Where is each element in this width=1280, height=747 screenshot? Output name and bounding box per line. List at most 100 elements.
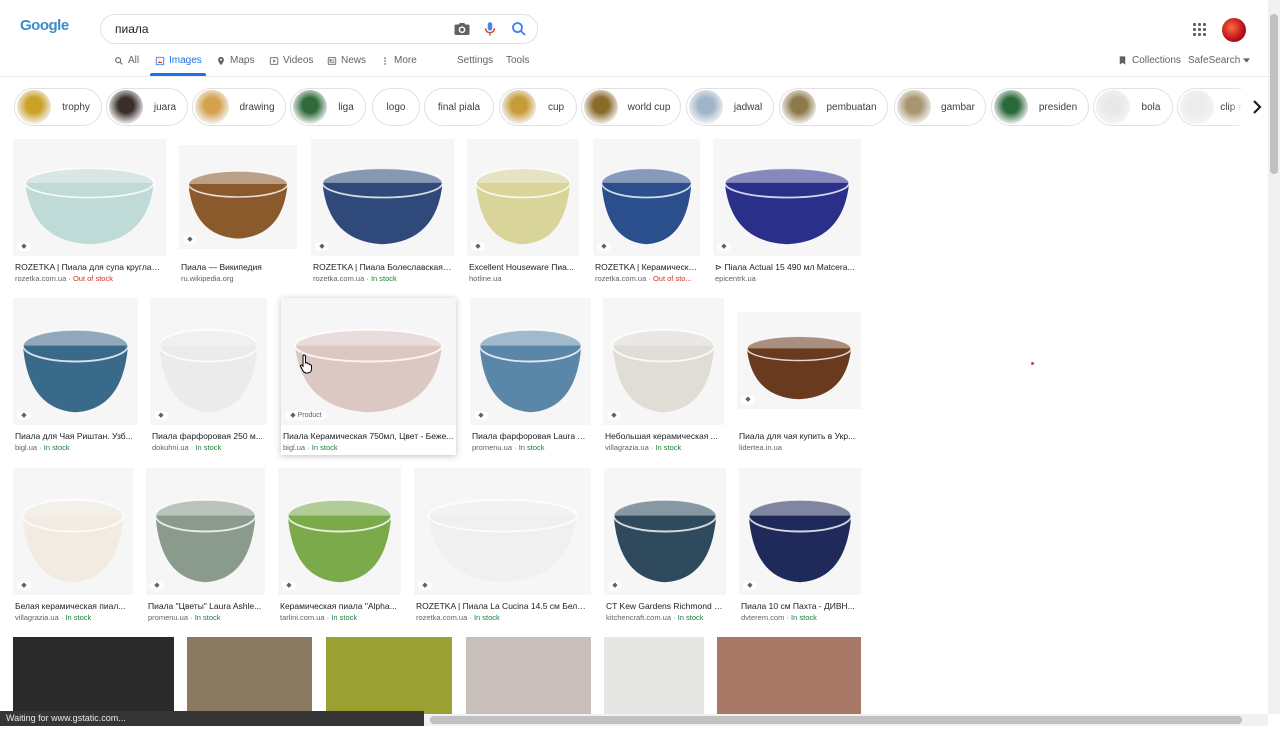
image-result[interactable] [326, 637, 452, 747]
image-result[interactable]: ◆ ⊳ Піала Actual 15 490 мл Matcera... epic… [713, 139, 861, 286]
image-result[interactable] [187, 637, 312, 747]
image-result[interactable]: ◆ Пиала фарфоровая Laura A... promenu.ua ·… [470, 298, 591, 455]
chip-5[interactable]: final piala [424, 88, 494, 126]
result-thumbnail[interactable] [604, 637, 704, 717]
result-caption[interactable]: Белая керамическая пиал... [15, 601, 131, 611]
result-thumbnail[interactable] [717, 637, 861, 717]
chip-3[interactable]: liga [290, 88, 366, 126]
result-thumbnail[interactable] [150, 298, 267, 425]
image-result[interactable]: ◆ Пиала фарфоровая 250 м... dokuhni.ua · I… [150, 298, 267, 455]
result-thumbnail[interactable] [467, 139, 579, 256]
search-icon[interactable] [510, 20, 528, 38]
result-caption[interactable]: Пиала Керамическая 750мл, Цвет - Беже... [283, 431, 454, 441]
result-thumbnail[interactable] [13, 139, 166, 256]
search-input[interactable]: пиала [115, 22, 149, 36]
chip-4[interactable]: logo [372, 88, 420, 126]
result-thumbnail[interactable] [739, 468, 861, 595]
result-caption[interactable]: Пиала для чая купить в Укр... [739, 431, 859, 441]
result-caption[interactable]: Пиала фарфоровая Laura A... [472, 431, 589, 441]
result-caption[interactable]: Пиала для Чая Риштан. Узб... [15, 431, 136, 441]
horizontal-scrollbar-thumb[interactable] [430, 716, 1242, 724]
result-caption[interactable]: CT Kew Gardens Richmond П... [606, 601, 724, 611]
result-caption[interactable]: ROZETKA | Пиала Болеславская ... [313, 262, 452, 272]
account-avatar[interactable] [1222, 18, 1246, 42]
chip-1[interactable]: juara [106, 88, 188, 126]
result-thumbnail[interactable] [737, 312, 861, 409]
result-thumbnail[interactable] [414, 468, 591, 595]
google-apps-icon[interactable] [1193, 23, 1207, 37]
image-result[interactable]: ◆ Пиала 10 см Пахта - ДИВН... dvterem.com … [739, 468, 861, 625]
result-caption[interactable]: Пиала фарфоровая 250 м... [152, 431, 265, 441]
chip-12[interactable]: bola [1093, 88, 1173, 126]
image-result[interactable]: ◆ Пиала для чая купить в Укр... lidertea.i… [737, 312, 861, 452]
tab-videos[interactable]: Videos [269, 55, 313, 66]
image-result[interactable] [717, 637, 861, 747]
image-result[interactable]: ◆ Пиала "Цветы" Laura Ashle... promenu.ua … [146, 468, 265, 625]
microphone-icon[interactable] [481, 20, 499, 38]
result-caption[interactable]: ROZETKA | Пиала La Cucina 14.5 см Бела..… [416, 601, 589, 611]
result-thumbnail[interactable] [179, 145, 297, 249]
google-logo[interactable]: Google [20, 17, 69, 41]
result-thumbnail[interactable] [466, 637, 591, 717]
result-thumbnail[interactable] [604, 468, 726, 595]
result-thumbnail[interactable] [603, 298, 724, 425]
result-caption[interactable]: ROZETKA | Керамическа... [595, 262, 698, 272]
bowl-image [593, 139, 700, 256]
result-caption[interactable]: Excellent Houseware Пиа... [469, 262, 577, 272]
result-thumbnail[interactable] [470, 298, 591, 425]
image-result[interactable] [13, 637, 174, 747]
image-result[interactable]: ◆ ROZETKA | Керамическа... rozetka.com.ua … [593, 139, 700, 286]
safesearch-dropdown[interactable]: SafeSearch [1188, 55, 1251, 66]
image-result[interactable]: ◆ ROZETKA | Пиала Болеславская ... rozetka… [311, 139, 454, 286]
chip-11[interactable]: presiden [991, 88, 1089, 126]
collections-link[interactable]: Collections [1117, 55, 1181, 66]
image-result[interactable]: ◆ Excellent Houseware Пиа... hotline.ua [467, 139, 579, 286]
chip-0[interactable]: trophy [14, 88, 102, 126]
image-result[interactable]: ◆ Пиала для Чая Риштан. Узб... bigl.ua · I… [13, 298, 138, 455]
image-result[interactable]: ◆ Пиала — Википедия ru.wikipedia.org [179, 145, 297, 283]
result-thumbnail[interactable] [593, 139, 700, 256]
result-caption[interactable]: Керамическая пиала "Alpha... [280, 601, 399, 611]
vertical-scrollbar[interactable] [1268, 0, 1280, 714]
result-caption[interactable]: Небольшая керамическая ... [605, 431, 722, 441]
image-result[interactable]: ◆ Product Пиала Керамическая 750мл, Цвет … [281, 298, 456, 455]
result-caption[interactable]: Пиала 10 см Пахта - ДИВН... [741, 601, 859, 611]
image-result[interactable]: ◆ Белая керамическая пиал... villagrazia.u… [13, 468, 133, 625]
result-thumbnail[interactable] [278, 468, 401, 595]
camera-icon[interactable] [453, 20, 471, 38]
result-thumbnail[interactable] [326, 637, 452, 717]
tab-more[interactable]: More [380, 55, 417, 66]
image-result[interactable]: ◆ CT Kew Gardens Richmond П... kitchencraf… [604, 468, 726, 625]
result-thumbnail[interactable] [13, 468, 133, 595]
result-caption[interactable]: Пиала "Цветы" Laura Ashle... [148, 601, 263, 611]
result-caption[interactable]: ROZETKA | Пиала для супа круглая ... [15, 262, 164, 272]
result-thumbnail[interactable] [713, 139, 861, 256]
vertical-scrollbar-thumb[interactable] [1270, 14, 1278, 174]
settings-link[interactable]: Settings [457, 55, 493, 66]
result-caption[interactable]: ⊳ Піала Actual 15 490 мл Matcera... [715, 262, 859, 273]
result-thumbnail[interactable] [311, 139, 454, 256]
tools-link[interactable]: Tools [506, 55, 529, 66]
tab-maps[interactable]: Maps [216, 55, 254, 66]
tab-images[interactable]: Images [155, 55, 202, 66]
image-result[interactable]: ◆ ROZETKA | Пиала La Cucina 14.5 см Бела.… [414, 468, 591, 625]
result-thumbnail[interactable] [187, 637, 312, 717]
chip-7[interactable]: world cup [581, 88, 681, 126]
tab-news[interactable]: News [327, 55, 366, 66]
chip-8[interactable]: jadwal [686, 88, 774, 126]
image-result[interactable] [466, 637, 591, 747]
result-thumbnail[interactable] [146, 468, 265, 595]
chip-2[interactable]: drawing [192, 88, 286, 126]
chip-9[interactable]: pembuatan [779, 88, 888, 126]
image-result[interactable]: ◆ Небольшая керамическая ... villagrazia.u… [603, 298, 724, 455]
chip-10[interactable]: gambar [894, 88, 986, 126]
image-result[interactable]: ◆ ROZETKA | Пиала для супа круглая ... roz… [13, 139, 166, 286]
result-caption[interactable]: Пиала — Википедия [181, 262, 295, 272]
image-result[interactable] [604, 637, 704, 747]
chip-6[interactable]: cup [499, 88, 577, 126]
tab-all[interactable]: All [114, 55, 139, 66]
result-thumbnail[interactable] [13, 637, 174, 717]
image-result[interactable]: ◆ Керамическая пиала "Alpha... tarlini.com… [278, 468, 401, 625]
search-box[interactable]: пиала [100, 14, 538, 44]
result-thumbnail[interactable] [13, 298, 138, 425]
